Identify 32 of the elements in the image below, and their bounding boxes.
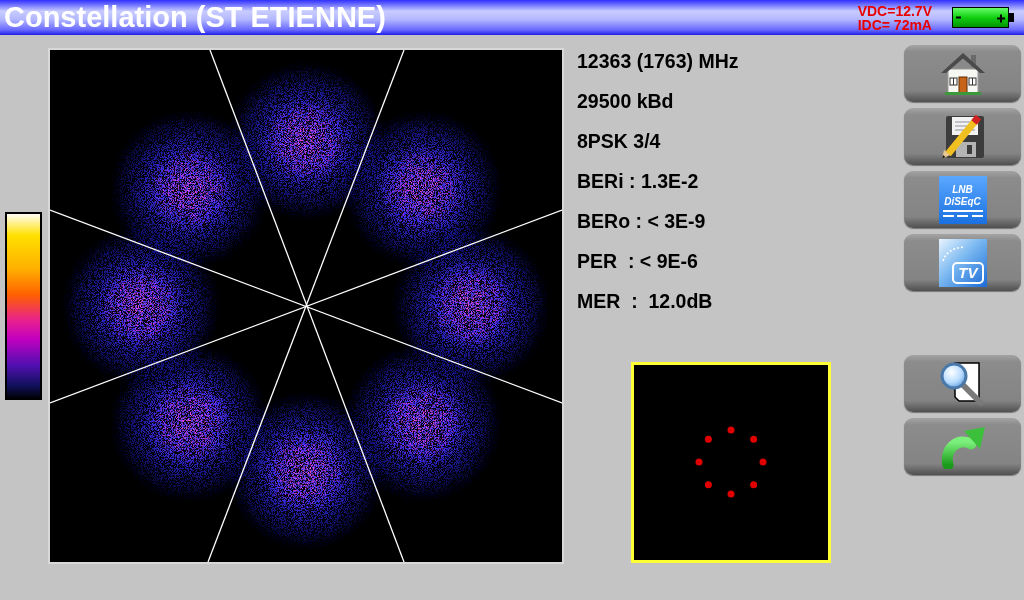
diseqc-label: DiSEqC <box>944 195 981 208</box>
measurement-text: 8PSK 3/4 <box>577 132 661 152</box>
constellation-dot <box>759 458 767 466</box>
measurement-text: MER : 12.0dB <box>577 292 713 312</box>
constellation-dot <box>727 426 735 434</box>
zoom-button[interactable] <box>904 355 1021 412</box>
measurement-text: PER : < 9E-6 <box>577 252 698 272</box>
house-icon <box>939 52 986 95</box>
tv-button[interactable]: TV <box>904 234 1021 291</box>
constellation-dot <box>704 481 712 489</box>
measurement-text: 29500 kBd <box>577 92 674 112</box>
constellation-dot <box>727 490 735 498</box>
save-button[interactable] <box>904 108 1021 165</box>
dotted-arc-icon <box>941 245 966 262</box>
constellation-dot <box>750 435 758 443</box>
window-title: Constellation (ST ETIENNE) <box>4 3 386 32</box>
constellation-dot <box>695 458 703 466</box>
measurement-text: BERi : 1.3E-2 <box>577 172 699 192</box>
lnb-label: LNB <box>952 183 973 196</box>
home-button[interactable] <box>904 45 1021 102</box>
battery-icon <box>952 7 1014 28</box>
current-reading: IDC= 72mA <box>857 18 932 32</box>
measurement-text: 12363 (1763) MHz <box>577 52 739 72</box>
floppy-pencil-icon <box>939 113 986 160</box>
lnb-diseqc-button[interactable]: LNB DiSEqC <box>904 171 1021 228</box>
voltage-reading: VDC=12.7V <box>857 4 932 18</box>
measurement-text: BERo : < 3E-9 <box>577 212 706 232</box>
constellation-dot <box>750 481 758 489</box>
tv-label: TV <box>952 261 984 284</box>
curved-arrow-icon <box>939 424 986 469</box>
constellation-dot <box>704 435 712 443</box>
redo-button[interactable] <box>904 418 1021 475</box>
